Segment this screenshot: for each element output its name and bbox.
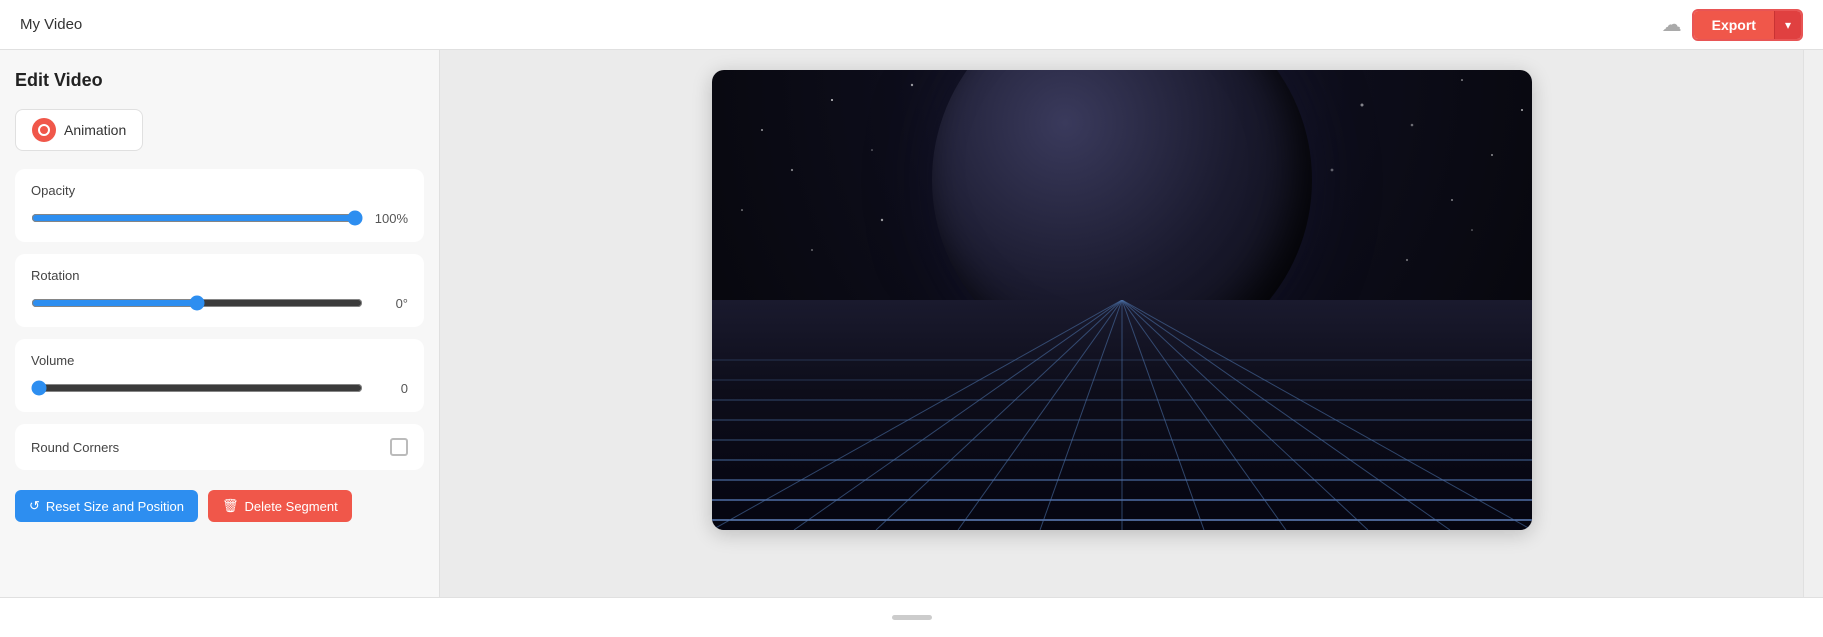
round-corners-card: Round Corners xyxy=(15,424,424,470)
video-background xyxy=(712,70,1532,530)
volume-slider[interactable] xyxy=(31,380,363,396)
volume-value: 0 xyxy=(373,381,408,396)
header-actions: ☁ Export ▾ xyxy=(1662,9,1803,41)
volume-slider-row: 0 xyxy=(31,378,408,398)
main-layout: Edit Video Animation Opacity 100% Rotati… xyxy=(0,50,1823,597)
delete-label: Delete Segment xyxy=(244,499,337,514)
volume-slider-wrap xyxy=(31,378,363,398)
action-buttons: ↺ Reset Size and Position 🗑 Delete Segme… xyxy=(15,490,424,522)
opacity-card: Opacity 100% xyxy=(15,169,424,242)
opacity-label: Opacity xyxy=(31,183,408,198)
timeline-handle[interactable] xyxy=(892,615,932,620)
grid-floor xyxy=(712,300,1532,530)
sidebar-title: Edit Video xyxy=(15,70,424,91)
rotation-slider-row: 0° xyxy=(31,293,408,313)
animation-button[interactable]: Animation xyxy=(15,109,143,151)
opacity-value: 100% xyxy=(373,211,408,226)
sidebar: Edit Video Animation Opacity 100% Rotati… xyxy=(0,50,440,597)
opacity-slider[interactable] xyxy=(31,210,363,226)
volume-label: Volume xyxy=(31,353,408,368)
opacity-slider-wrap xyxy=(31,208,363,228)
round-corners-checkbox[interactable] xyxy=(390,438,408,456)
right-panel xyxy=(1803,50,1823,597)
animation-label: Animation xyxy=(64,122,126,138)
reset-button[interactable]: ↺ Reset Size and Position xyxy=(15,490,198,522)
rotation-card: Rotation 0° xyxy=(15,254,424,327)
round-corners-label: Round Corners xyxy=(31,440,119,455)
rotation-slider[interactable] xyxy=(31,295,363,311)
reset-label: Reset Size and Position xyxy=(46,499,184,514)
export-dropdown-button[interactable]: ▾ xyxy=(1774,11,1801,39)
opacity-slider-row: 100% xyxy=(31,208,408,228)
header: My Video ☁ Export ▾ xyxy=(0,0,1823,50)
page-title: My Video xyxy=(20,16,82,33)
video-preview xyxy=(712,70,1532,530)
rotation-label: Rotation xyxy=(31,268,408,283)
animation-icon xyxy=(32,118,56,142)
round-corners-row: Round Corners xyxy=(31,438,408,456)
canvas-area xyxy=(440,50,1803,597)
delete-icon: 🗑 xyxy=(222,498,239,514)
cloud-icon[interactable]: ☁ xyxy=(1662,12,1682,37)
rotation-slider-wrap xyxy=(31,293,363,313)
volume-card: Volume 0 xyxy=(15,339,424,412)
delete-button[interactable]: 🗑 Delete Segment xyxy=(208,490,352,522)
reset-icon: ↺ xyxy=(29,498,40,514)
rotation-value: 0° xyxy=(373,296,408,311)
export-button-group: Export ▾ xyxy=(1692,9,1803,41)
grid-svg xyxy=(712,300,1532,530)
export-button[interactable]: Export xyxy=(1694,11,1774,39)
bottom-bar xyxy=(0,597,1823,637)
